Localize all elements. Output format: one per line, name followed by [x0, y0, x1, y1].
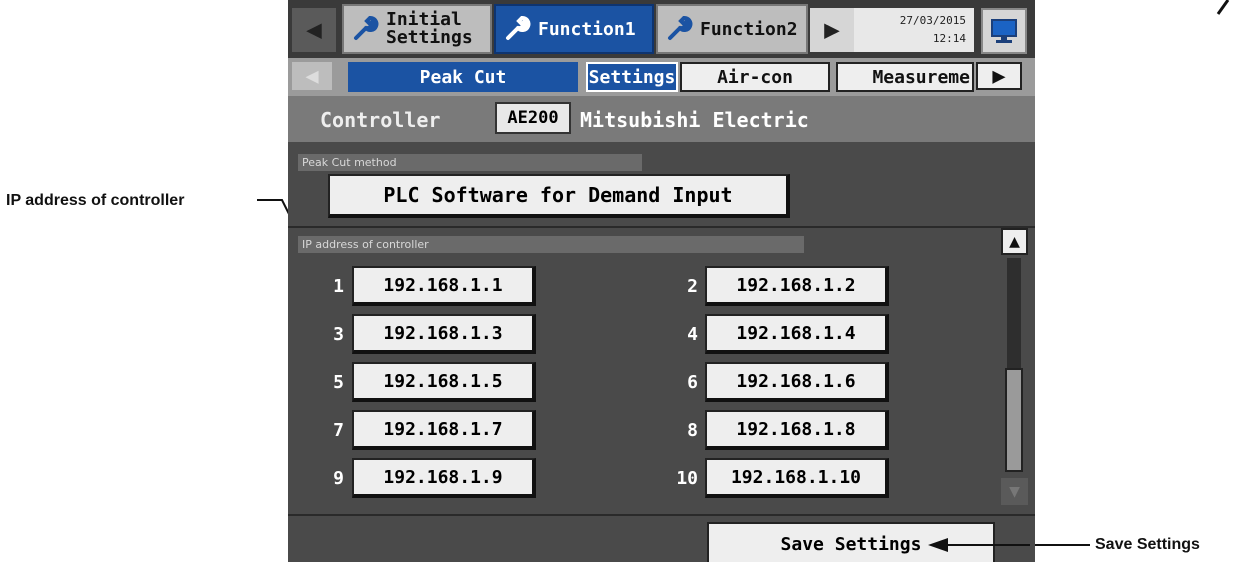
annotation-save-arrow: [928, 538, 1030, 552]
